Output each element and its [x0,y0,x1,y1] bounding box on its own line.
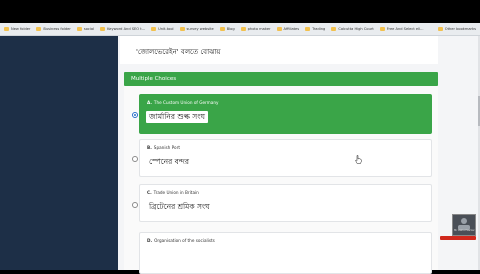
folder-icon [379,27,385,31]
option-a-letter: A. [147,100,152,105]
folder-icon [179,27,185,31]
bookmark-item[interactable]: survey website [179,27,214,31]
main-content: 'জোলভেরেইন' বলতে বোঝায় Multiple Choices… [118,36,480,274]
bookmark-label: social [83,27,95,31]
folder-icon [331,27,337,31]
option-d-letter: D. [147,238,153,243]
bookmark-label: Business folder [43,27,71,31]
folder-icon [276,27,282,31]
recording-indicator [440,236,476,240]
bookmark-item[interactable]: Keyword And SEO t... [100,27,145,31]
bookmark-label: Blog [226,27,235,31]
option-c-answer: ব্রিটেনের শ্রমিক সংঘ [149,202,210,211]
folder-icon [305,27,311,31]
bookmark-label: photo maker [247,27,271,31]
bookmark-item[interactable]: social [76,27,95,31]
section-header: Multiple Choices [124,72,438,86]
option-c-radio[interactable] [132,202,138,208]
option-c-label: C. Trade Union in Britain [147,190,199,195]
bookmark-label: Free And Select ell... [386,27,424,31]
other-bookmarks[interactable]: Other bookmarks [437,27,476,31]
folder-icon [36,27,42,31]
bookmark-item[interactable]: photo maker [240,27,271,31]
option-c-letter: C. [147,190,152,195]
option-d-label: D. Organisation of the socialists [147,238,215,243]
left-panel [0,36,118,270]
option-b[interactable]: B. Spanish Port স্পেনের বন্দর [139,139,432,177]
bookmark-label: New folder [11,27,31,31]
bookmark-label: Affiliates [283,27,300,31]
folder-icon [100,27,106,31]
option-a-radio[interactable] [132,112,138,118]
person-icon [458,218,470,230]
option-a-label: A. The Custom Union of Germany [147,100,218,105]
option-c[interactable]: C. Trade Union in Britain ব্রিটেনের শ্রমি… [139,184,432,222]
option-a-answer: জার্মানির শুল্ক সংঘ [146,111,209,123]
question-card: 'জোলভেরেইন' বলতে বোঝায় [120,36,438,64]
folder-icon [219,27,225,31]
folder-icon [76,27,82,31]
folder-icon [151,27,157,31]
option-b-radio[interactable] [132,156,138,162]
bookmark-item[interactable]: Blog [219,27,235,31]
option-b-letter: B. [147,145,152,150]
bookmark-item[interactable]: Free And Select ell... [379,27,424,31]
option-b-text: Spanish Port [153,145,180,150]
bookmark-item[interactable]: Trading [305,27,325,31]
bookmark-label: Trading [312,27,326,31]
section-title: Multiple Choices [131,75,177,82]
option-d-text: Organisation of the socialists [154,238,215,243]
option-d[interactable]: D. Organisation of the socialists [139,232,432,274]
folder-icon [240,27,246,31]
bookmark-item[interactable]: Affiliates [276,27,300,31]
bookmark-label: Keyword And SEO t... [107,27,146,31]
screen-frame: New folder Business folder social Keywor… [0,0,480,274]
bookmark-label: Unit-tool [158,27,174,31]
folder-icon [4,27,9,31]
bookmark-label: survey website [186,27,214,31]
bookmark-item[interactable]: Calcutta High Court [331,27,374,31]
option-a[interactable]: A. The Custom Union of Germany জার্মানির … [139,94,432,134]
option-c-text: Trade Union in Britain [153,190,199,195]
option-b-answer: স্পেনের বন্দর [149,157,189,166]
option-b-label: B. Spanish Port [147,145,180,150]
bookmark-item[interactable]: New folder [4,27,30,31]
other-bookmarks-label: Other bookmarks [444,27,476,31]
question-text: 'জোলভেরেইন' বলতে বোঝায় [136,48,221,56]
webcam-thumbnail: Mr Rahul Sarkar [452,214,476,236]
webcam-label: Mr Rahul Sarkar [454,229,475,232]
folder-icon [437,27,443,31]
bookmark-item[interactable]: Business folder [36,27,71,31]
bookmarks-bar: New folder Business folder social Keywor… [0,23,480,36]
bookmark-label: Calcutta High Court [338,27,374,31]
option-a-text: The Custom Union of Germany [153,100,219,105]
hand-cursor-icon [355,155,362,164]
bookmark-item[interactable]: Unit-tool [151,27,174,31]
